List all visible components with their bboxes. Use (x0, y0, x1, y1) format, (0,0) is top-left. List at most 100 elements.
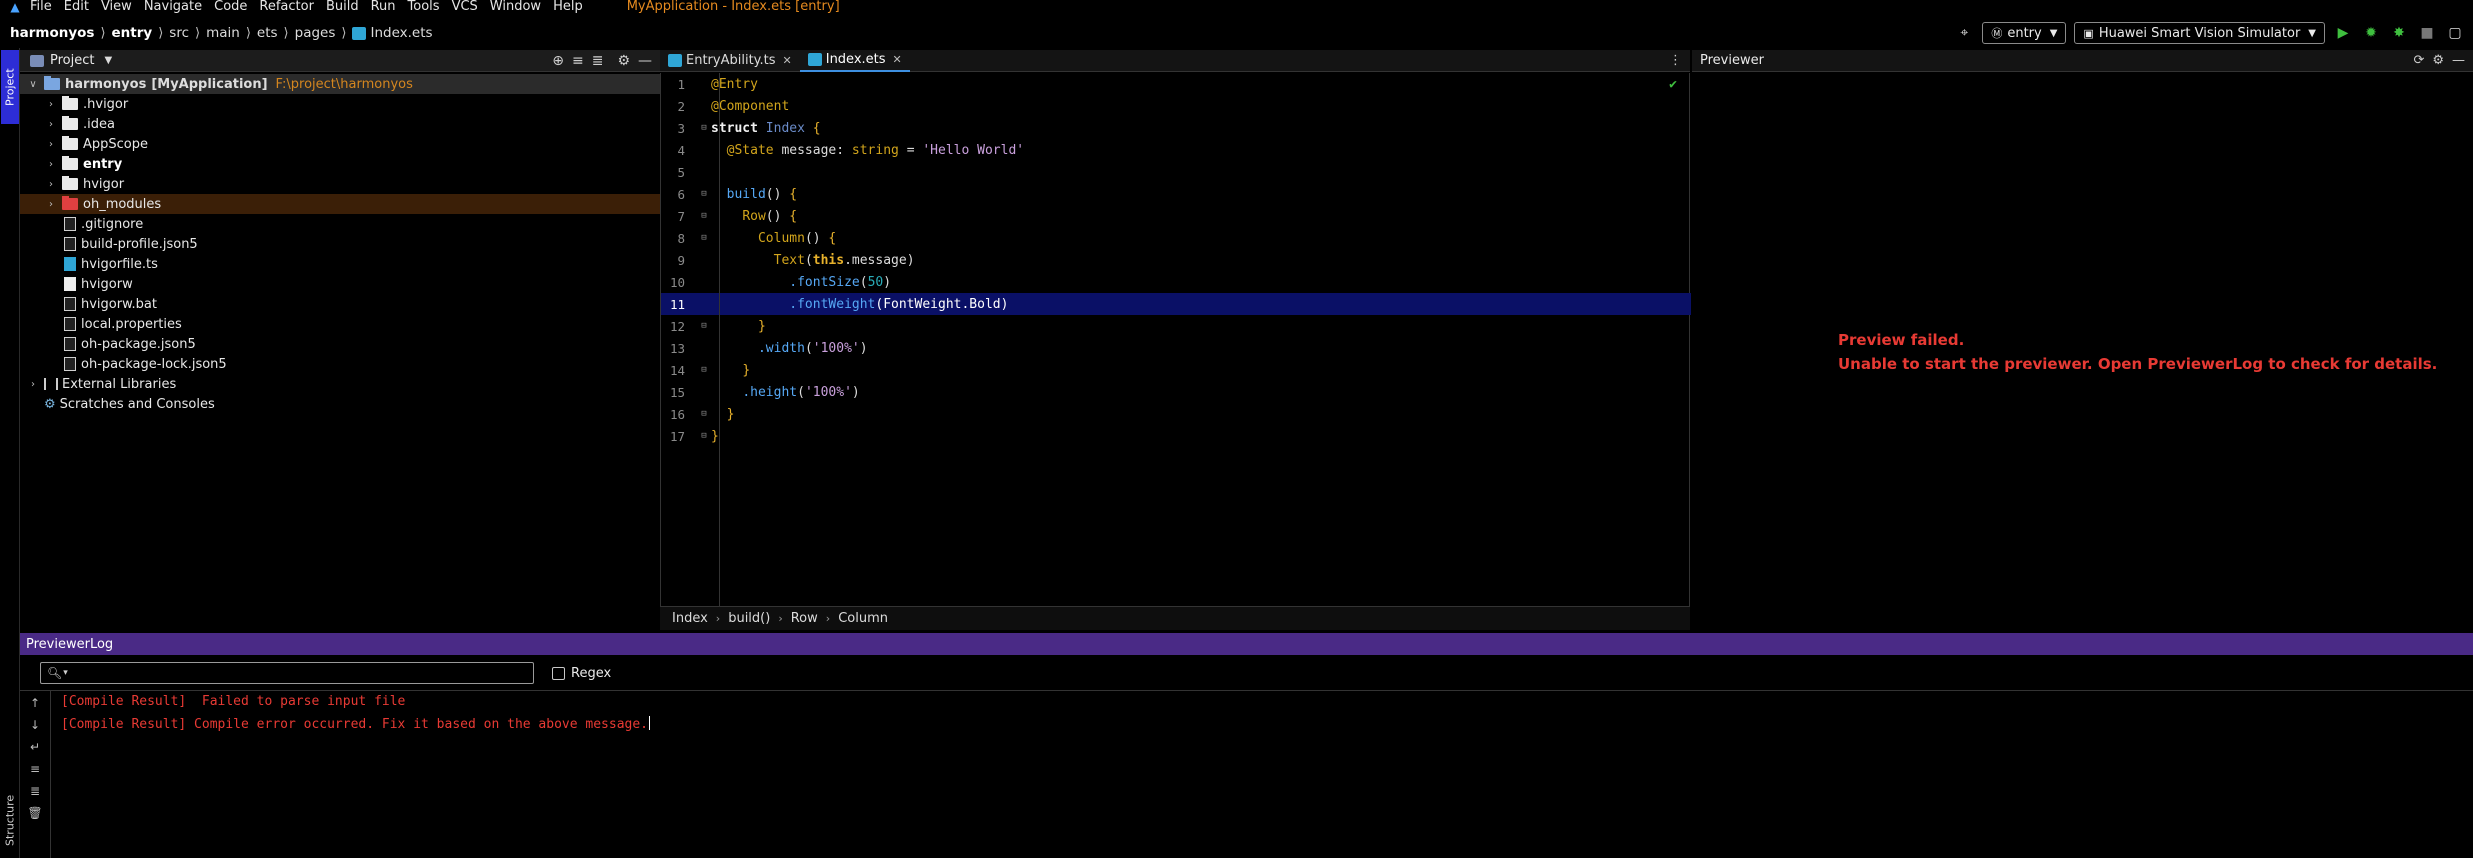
code-line[interactable]: 1 @Entry (661, 73, 1691, 95)
code-line[interactable]: 15 .height('100%') (661, 381, 1691, 403)
tree-item[interactable]: .gitignore (20, 214, 660, 234)
code-breadcrumb-item[interactable]: Row (791, 611, 818, 626)
fold-icon[interactable]: ⊟ (698, 211, 710, 221)
code-line[interactable]: 5 (661, 161, 1691, 183)
fold-icon[interactable]: ⊟ (698, 431, 710, 441)
code-line[interactable]: 14 ⊟ } (661, 359, 1691, 381)
tree-item[interactable]: › oh_modules (20, 194, 660, 214)
code-line[interactable]: 10 .fontSize(50) (661, 271, 1691, 293)
menu-build[interactable]: Build (326, 0, 359, 14)
tree-item[interactable]: build-profile.json5 (20, 234, 660, 254)
arrow-down-icon[interactable]: ↓ (30, 718, 40, 732)
breadcrumb-src[interactable]: src (169, 25, 189, 41)
print-icon[interactable]: ≣ (30, 784, 40, 798)
tree-item[interactable]: oh-package.json5 (20, 334, 660, 354)
menu-refactor[interactable]: Refactor (259, 0, 314, 14)
tree-item[interactable]: › .idea (20, 114, 660, 134)
fold-icon[interactable]: ⊟ (698, 321, 710, 331)
locate-icon[interactable]: ⊕ (552, 53, 564, 69)
debug-icon[interactable]: ✹ (2361, 23, 2381, 43)
code-line[interactable]: 9 Text(this.message) (661, 249, 1691, 271)
menu-navigate[interactable]: Navigate (144, 0, 202, 14)
tree-root[interactable]: ∨ harmonyos [MyApplication] F:\project\h… (20, 74, 660, 94)
scroll-to-end-icon[interactable]: ≡ (30, 762, 40, 776)
tree-scratches[interactable]: ⚙ Scratches and Consoles (20, 394, 660, 414)
menu-view[interactable]: View (101, 0, 132, 14)
tree-item[interactable]: hvigorw (20, 274, 660, 294)
breadcrumb-main[interactable]: main (206, 25, 240, 41)
project-tool-tab[interactable]: Project (1, 50, 19, 124)
profile-icon[interactable]: ✸ (2389, 23, 2409, 43)
menu-window[interactable]: Window (490, 0, 541, 14)
stop-icon[interactable]: ■ (2417, 23, 2437, 43)
regex-checkbox[interactable]: Regex (552, 664, 611, 682)
code-line[interactable]: 8 ⊟ Column() { (661, 227, 1691, 249)
tree-item[interactable]: › .hvigor (20, 94, 660, 114)
target-icon[interactable]: ⌖ (1954, 23, 1974, 43)
tree-item[interactable]: local.properties (20, 314, 660, 334)
module-select[interactable]: Ⓜ entry ▼ (1982, 22, 2067, 44)
menu-tools[interactable]: Tools (408, 0, 440, 14)
code-line[interactable]: 12 ⊟ } (661, 315, 1691, 337)
gear-icon[interactable]: ⚙ (617, 53, 630, 69)
code-line[interactable]: 13 .width('100%') (661, 337, 1691, 359)
chevron-right-icon[interactable]: › (44, 119, 58, 130)
expand-all-icon[interactable]: ≡ (572, 53, 584, 69)
menu-run[interactable]: Run (371, 0, 396, 14)
refresh-icon[interactable]: ⟳ (2413, 53, 2424, 68)
fold-icon[interactable]: ⊟ (698, 365, 710, 375)
chevron-right-icon[interactable]: › (44, 99, 58, 110)
collapse-all-icon[interactable]: ≣ (592, 53, 604, 69)
fold-icon[interactable]: ⊟ (698, 189, 710, 199)
trash-icon[interactable]: 🗑︎ (27, 806, 42, 820)
menu-edit[interactable]: Edit (64, 0, 89, 14)
breadcrumb-file[interactable]: Index.ets (370, 25, 432, 41)
chevron-right-icon[interactable]: › (44, 199, 58, 210)
tree-item[interactable]: hvigorw.bat (20, 294, 660, 314)
menu-file[interactable]: File (30, 0, 52, 14)
chevron-down-icon[interactable]: ∨ (26, 79, 40, 90)
chevron-right-icon[interactable]: › (26, 379, 40, 390)
code-line[interactable]: 16 ⊟ } (661, 403, 1691, 425)
previewer-log-title[interactable]: PreviewerLog (26, 637, 113, 652)
gear-icon[interactable]: ⚙ (2432, 53, 2444, 68)
code-line[interactable]: 6 ⊟ build() { (661, 183, 1691, 205)
minimize-icon[interactable]: — (638, 53, 652, 69)
tab-index[interactable]: Index.ets ✕ (799, 50, 910, 72)
breadcrumb-pages[interactable]: pages (295, 25, 336, 41)
run-icon[interactable]: ▶ (2333, 23, 2353, 43)
chevron-right-icon[interactable]: › (44, 179, 58, 190)
code-breadcrumb-item[interactable]: Index (672, 611, 708, 626)
breadcrumb-project[interactable]: harmonyos (10, 25, 94, 41)
close-icon[interactable]: ✕ (783, 54, 792, 67)
chevron-right-icon[interactable]: › (44, 139, 58, 150)
code-line[interactable]: 4 @State message: string = 'Hello World' (661, 139, 1691, 161)
soft-wrap-icon[interactable]: ↵ (30, 740, 40, 754)
project-panel-title[interactable]: Project (50, 53, 94, 68)
tab-entryability[interactable]: EntryAbility.ts ✕ (660, 50, 800, 72)
fold-icon[interactable]: ⊟ (698, 123, 710, 133)
tree-item[interactable]: › entry (20, 154, 660, 174)
menu-vcs[interactable]: VCS (452, 0, 478, 14)
menu-code[interactable]: Code (214, 0, 247, 14)
code-line[interactable]: 7 ⊟ Row() { (661, 205, 1691, 227)
chevron-down-icon[interactable]: ▼ (104, 55, 112, 66)
code-line[interactable]: 17 ⊟ } (661, 425, 1691, 447)
breadcrumb-ets[interactable]: ets (257, 25, 278, 41)
code-breadcrumb-item[interactable]: build() (728, 611, 770, 626)
checkbox-icon[interactable] (552, 666, 565, 680)
code-breadcrumb-item[interactable]: Column (838, 611, 888, 626)
menu-help[interactable]: Help (553, 0, 583, 14)
code-line[interactable]: 3 ⊟ struct Index { (661, 117, 1691, 139)
code-line-current[interactable]: 11 .fontWeight(FontWeight.Bold) (661, 293, 1691, 315)
tree-item[interactable]: hvigorfile.ts (20, 254, 660, 274)
device-select[interactable]: ▣ Huawei Smart Vision Simulator ▼ (2074, 22, 2325, 44)
tree-item[interactable]: › hvigor (20, 174, 660, 194)
fold-icon[interactable]: ⊟ (698, 409, 710, 419)
code-editor[interactable]: ✔ 1 @Entry 2 @Component 3 ⊟ struct Index … (660, 73, 1691, 606)
more-icon[interactable]: ⋮ (1669, 53, 1690, 68)
tree-item[interactable]: › AppScope (20, 134, 660, 154)
structure-tool-tab[interactable]: Structure (1, 785, 19, 855)
tree-item[interactable]: oh-package-lock.json5 (20, 354, 660, 374)
log-search-input[interactable]: 🔍︎ ▾ (40, 662, 534, 684)
